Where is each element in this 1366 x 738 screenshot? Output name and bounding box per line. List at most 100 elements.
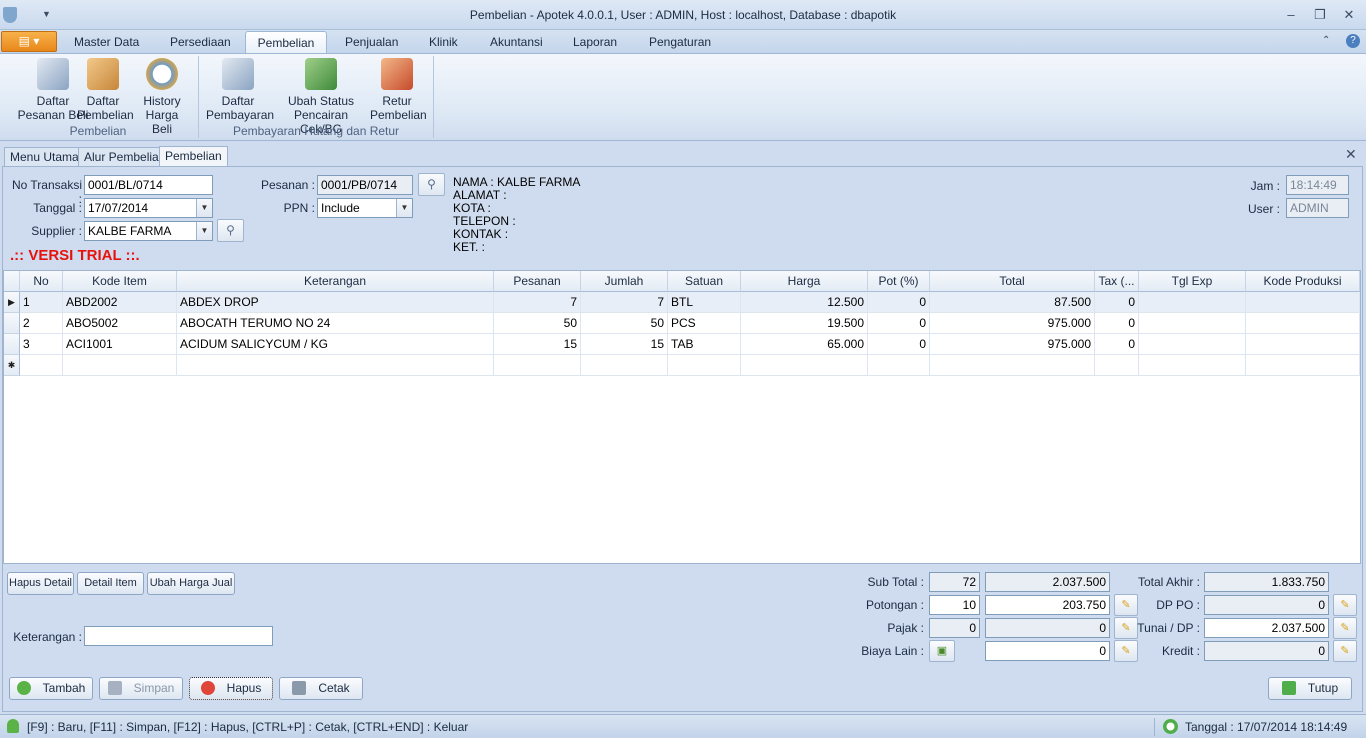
- table-cell[interactable]: 3: [20, 334, 63, 355]
- table-cell[interactable]: [930, 355, 1095, 376]
- table-cell[interactable]: 87.500: [930, 292, 1095, 313]
- potongan-pct-input[interactable]: 10: [929, 595, 980, 615]
- table-cell[interactable]: [63, 355, 177, 376]
- table-cell[interactable]: 0: [1095, 292, 1139, 313]
- table-cell[interactable]: 0: [868, 313, 930, 334]
- retur-pembelian-button[interactable]: Retur Pembelian: [370, 58, 427, 126]
- supplier-select[interactable]: KALBE FARMA ▼: [84, 221, 213, 241]
- no-transaksi-input[interactable]: 0001/BL/0714: [84, 175, 213, 195]
- row-selector[interactable]: [4, 334, 20, 355]
- table-cell[interactable]: [20, 355, 63, 376]
- doc-tab-pembelian[interactable]: Pembelian: [159, 146, 228, 166]
- col-header-tax[interactable]: Tax (...: [1095, 271, 1139, 292]
- row-selector[interactable]: [4, 313, 20, 334]
- table-cell[interactable]: 0: [1095, 334, 1139, 355]
- tab-klinik[interactable]: Klinik: [417, 31, 470, 53]
- hapus-button[interactable]: Hapus: [189, 677, 273, 700]
- table-cell[interactable]: ABOCATH TERUMO NO 24: [177, 313, 494, 334]
- ubah-status-pencairan-button[interactable]: Ubah Status Pencairan Cek/BG: [276, 58, 366, 136]
- table-cell[interactable]: 2: [20, 313, 63, 334]
- table-cell[interactable]: 65.000: [741, 334, 868, 355]
- table-cell[interactable]: 0: [1095, 313, 1139, 334]
- table-cell[interactable]: ABD2002: [63, 292, 177, 313]
- table-cell[interactable]: [668, 355, 741, 376]
- table-cell[interactable]: [494, 355, 581, 376]
- pesanan-input[interactable]: 0001/PB/0714: [317, 175, 413, 195]
- table-cell[interactable]: [177, 355, 494, 376]
- tab-laporan[interactable]: Laporan: [561, 31, 629, 53]
- table-cell[interactable]: 7: [581, 292, 668, 313]
- table-cell[interactable]: 7: [494, 292, 581, 313]
- close-document-icon[interactable]: ✕: [1345, 146, 1357, 163]
- kredit-edit-button[interactable]: ✎: [1333, 640, 1357, 662]
- table-cell[interactable]: 0: [868, 334, 930, 355]
- tanggal-datepicker[interactable]: 17/07/2014 ▼: [84, 198, 213, 218]
- history-harga-beli-button[interactable]: History Harga Beli: [134, 58, 190, 136]
- tunai-edit-button[interactable]: ✎: [1333, 617, 1357, 639]
- chevron-down-icon[interactable]: ▼: [196, 199, 212, 217]
- pesanan-search-button[interactable]: ⚲: [418, 173, 445, 196]
- ppn-select[interactable]: Include ▼: [317, 198, 413, 218]
- app-menu-button[interactable]: ▤ ▾: [1, 31, 57, 52]
- potongan-input[interactable]: 203.750: [985, 595, 1110, 615]
- table-cell[interactable]: ABO5002: [63, 313, 177, 334]
- tab-pembelian[interactable]: Pembelian: [245, 31, 327, 53]
- dp-po-edit-button[interactable]: ✎: [1333, 594, 1357, 616]
- table-cell[interactable]: BTL: [668, 292, 741, 313]
- minimize-button[interactable]: –: [1281, 6, 1301, 24]
- table-cell[interactable]: 1: [20, 292, 63, 313]
- supplier-search-button[interactable]: ⚲: [217, 219, 244, 242]
- table-cell[interactable]: 19.500: [741, 313, 868, 334]
- table-cell[interactable]: 0: [868, 292, 930, 313]
- ubah-harga-jual-button[interactable]: Ubah Harga Jual: [147, 572, 235, 595]
- table-cell[interactable]: 12.500: [741, 292, 868, 313]
- table-cell[interactable]: TAB: [668, 334, 741, 355]
- daftar-pembayaran-button[interactable]: Daftar Pembayaran: [206, 58, 274, 126]
- tab-master-data[interactable]: Master Data: [62, 31, 151, 53]
- doc-tab-menu-utama[interactable]: Menu Utama: [4, 147, 85, 166]
- detail-item-button[interactable]: Detail Item: [77, 572, 144, 595]
- chevron-down-icon[interactable]: ▼: [196, 222, 212, 240]
- close-window-button[interactable]: ✕: [1339, 6, 1359, 24]
- col-header-jumlah[interactable]: Jumlah: [581, 271, 668, 292]
- tab-pengaturan[interactable]: Pengaturan: [637, 31, 723, 53]
- table-cell[interactable]: [868, 355, 930, 376]
- table-cell[interactable]: [1246, 292, 1360, 313]
- col-header-no[interactable]: No: [20, 271, 63, 292]
- col-header-harga[interactable]: Harga: [741, 271, 868, 292]
- table-cell[interactable]: PCS: [668, 313, 741, 334]
- table-cell[interactable]: 975.000: [930, 313, 1095, 334]
- tutup-button[interactable]: Tutup: [1268, 677, 1352, 700]
- tab-akuntansi[interactable]: Akuntansi: [478, 31, 555, 53]
- row-selector-icon[interactable]: ▶: [4, 292, 20, 313]
- col-header-keterangan[interactable]: Keterangan: [177, 271, 494, 292]
- cetak-button[interactable]: Cetak: [279, 677, 363, 700]
- table-cell[interactable]: ACI1001: [63, 334, 177, 355]
- table-cell[interactable]: 15: [494, 334, 581, 355]
- restore-button[interactable]: ❐: [1310, 6, 1330, 24]
- table-cell[interactable]: [1139, 292, 1246, 313]
- col-header-pot[interactable]: Pot (%): [868, 271, 930, 292]
- table-cell[interactable]: [1139, 313, 1246, 334]
- col-header-satuan[interactable]: Satuan: [668, 271, 741, 292]
- items-grid[interactable]: No Kode Item Keterangan Pesanan Jumlah S…: [3, 270, 1361, 564]
- table-cell[interactable]: 975.000: [930, 334, 1095, 355]
- table-cell[interactable]: 15: [581, 334, 668, 355]
- table-cell[interactable]: [1246, 313, 1360, 334]
- doc-tab-alur-pembelian[interactable]: Alur Pembelian: [78, 147, 172, 166]
- biaya-lain-button[interactable]: ▣: [929, 640, 955, 662]
- chevron-down-icon[interactable]: ▼: [396, 199, 412, 217]
- biaya-lain-input[interactable]: 0: [985, 641, 1110, 661]
- table-cell[interactable]: [1246, 355, 1360, 376]
- tunai-dp-input[interactable]: 2.037.500: [1204, 618, 1329, 638]
- daftar-pembelian-button[interactable]: Daftar Pembelian: [77, 58, 134, 126]
- col-header-kode-produksi[interactable]: Kode Produksi: [1246, 271, 1360, 292]
- tambah-button[interactable]: Tambah: [9, 677, 93, 700]
- hapus-detail-button[interactable]: Hapus Detail: [7, 572, 74, 595]
- table-cell[interactable]: [1139, 355, 1246, 376]
- col-header-total[interactable]: Total: [930, 271, 1095, 292]
- table-cell[interactable]: [741, 355, 868, 376]
- tab-persediaan[interactable]: Persediaan: [158, 31, 243, 53]
- table-cell[interactable]: ABDEX DROP: [177, 292, 494, 313]
- table-cell[interactable]: [1139, 334, 1246, 355]
